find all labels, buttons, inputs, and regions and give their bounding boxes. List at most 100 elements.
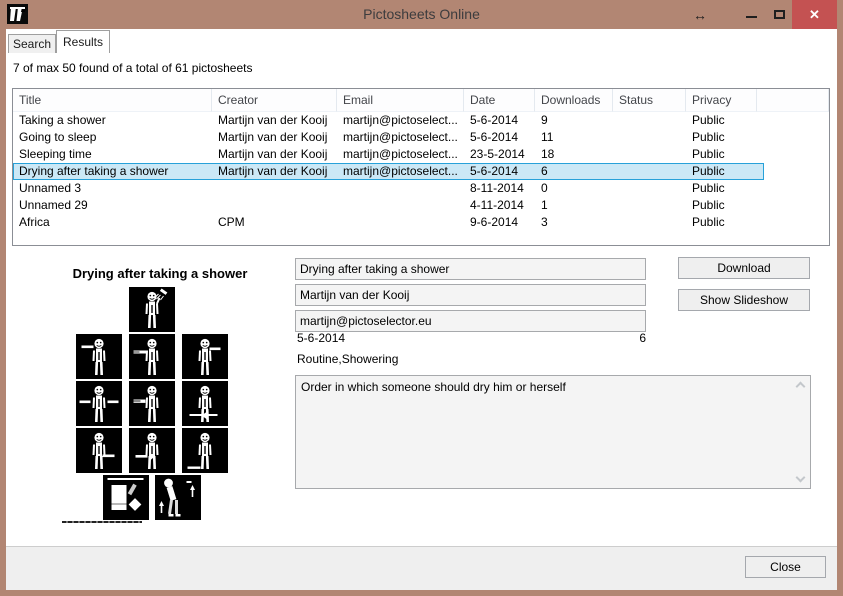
- cell-date: 5-6-2014: [464, 129, 535, 146]
- cell-date: 23-5-2014: [464, 146, 535, 163]
- cell-creator: Martijn van der Kooij: [212, 146, 337, 163]
- column-header-privacy[interactable]: Privacy: [686, 89, 757, 112]
- table-row[interactable]: Africa CPM 9-6-2014 3 Public: [13, 214, 829, 231]
- cell-privacy: Public: [686, 180, 757, 197]
- detail-creator-field[interactable]: [295, 284, 646, 306]
- cell-downloads: 0: [535, 180, 613, 197]
- cell-downloads: 3: [535, 214, 613, 231]
- cell-status: [613, 214, 686, 231]
- minimize-icon: [746, 16, 757, 18]
- table-row[interactable]: Unnamed 29 4-11-2014 1 Public: [13, 197, 829, 214]
- column-header-creator[interactable]: Creator: [212, 89, 337, 112]
- maximize-button[interactable]: [765, 0, 793, 29]
- cell-privacy: Public: [686, 129, 757, 146]
- cell-creator: Martijn van der Kooij: [212, 163, 337, 180]
- pictogram-dry-back-icon: [182, 381, 228, 426]
- cell-status: [613, 129, 686, 146]
- results-table: Title Creator Email Date Downloads Statu…: [12, 88, 830, 246]
- cell-status: [613, 112, 686, 129]
- pictogram-dry-chest-icon: [129, 381, 175, 426]
- pictogram-get-dressed-icon: [155, 475, 201, 520]
- table-row[interactable]: Taking a shower Martijn van der Kooij ma…: [13, 112, 829, 129]
- table-row[interactable]: Going to sleep Martijn van der Kooij mar…: [13, 129, 829, 146]
- cell-creator: Martijn van der Kooij: [212, 129, 337, 146]
- cell-date: 8-11-2014: [464, 180, 535, 197]
- cell-status: [613, 197, 686, 214]
- pictogram-dry-arms-icon: [76, 381, 122, 426]
- resize-horizontal-icon[interactable]: ↔: [685, 0, 715, 29]
- cell-email: [337, 197, 464, 214]
- detail-categories-text: Routine,Showering: [297, 352, 398, 366]
- cell-creator: Martijn van der Kooij: [212, 112, 337, 129]
- app-window: Pictosheets Online ↔ ✕ Search Results 7 …: [0, 0, 843, 596]
- show-slideshow-button[interactable]: Show Slideshow: [678, 289, 810, 311]
- tab-results[interactable]: Results: [56, 30, 110, 53]
- window-title: Pictosheets Online: [0, 0, 843, 29]
- pictogram-dry-neck-icon: [182, 334, 228, 379]
- column-header-status[interactable]: Status: [613, 89, 686, 112]
- cell-email: martijn@pictoselect...: [337, 146, 464, 163]
- detail-email-field[interactable]: [295, 310, 646, 332]
- table-row-selected[interactable]: Drying after taking a shower Martijn van…: [13, 163, 764, 180]
- tab-search[interactable]: Search: [8, 34, 56, 53]
- minimize-button[interactable]: [737, 0, 765, 29]
- cell-email: martijn@pictoselect...: [337, 112, 464, 129]
- pictogram-dry-face-icon: [129, 334, 175, 379]
- column-header-email[interactable]: Email: [337, 89, 464, 112]
- results-summary: 7 of max 50 found of a total of 61 picto…: [13, 61, 253, 75]
- pictogram-towel-and-soap-icon: [103, 475, 149, 520]
- cell-email: martijn@pictoselect...: [337, 129, 464, 146]
- cell-email: martijn@pictoselect...: [337, 163, 464, 180]
- cell-status: [613, 146, 686, 163]
- title-bar[interactable]: Pictosheets Online ↔ ✕: [0, 0, 843, 29]
- table-header: Title Creator Email Date Downloads Statu…: [13, 89, 829, 112]
- cell-email: [337, 214, 464, 231]
- cell-privacy: Public: [686, 112, 757, 129]
- pictogram-dry-feet-icon: [182, 428, 228, 473]
- column-header-title[interactable]: Title: [13, 89, 212, 112]
- pictogram-dry-hair-icon: [76, 334, 122, 379]
- cell-email: [337, 180, 464, 197]
- table-row[interactable]: Unnamed 3 8-11-2014 0 Public: [13, 180, 829, 197]
- cell-downloads: 11: [535, 129, 613, 146]
- cell-creator: CPM: [212, 214, 337, 231]
- cell-title: Unnamed 29: [13, 197, 212, 214]
- column-header-downloads[interactable]: Downloads: [535, 89, 613, 112]
- detail-downloads-count: 6: [591, 331, 646, 345]
- description-textarea[interactable]: Order in which someone should dry him or…: [296, 376, 810, 488]
- bottom-bar: Close: [6, 546, 837, 590]
- cell-date: 5-6-2014: [464, 112, 535, 129]
- cell-downloads: 18: [535, 146, 613, 163]
- preview-title: Drying after taking a shower: [55, 266, 265, 281]
- description-box: Order in which someone should dry him or…: [295, 375, 811, 489]
- cell-creator: [212, 180, 337, 197]
- cell-privacy: Public: [686, 163, 757, 180]
- cell-privacy: Public: [686, 214, 757, 231]
- close-window-button[interactable]: ✕: [792, 0, 837, 29]
- pictogram-shower-icon: [129, 287, 175, 332]
- cell-creator: [212, 197, 337, 214]
- column-header-filler: [757, 89, 829, 112]
- table-row[interactable]: Sleeping time Martijn van der Kooij mart…: [13, 146, 829, 163]
- cell-privacy: Public: [686, 197, 757, 214]
- cell-status: [613, 180, 686, 197]
- cell-downloads: 1: [535, 197, 613, 214]
- cell-privacy: Public: [686, 146, 757, 163]
- cell-date: 5-6-2014: [464, 163, 535, 180]
- close-dialog-button[interactable]: Close: [745, 556, 826, 578]
- preview-fineprint-line: [62, 521, 142, 523]
- pictogram-dry-hip-icon: [76, 428, 122, 473]
- cell-title: Unnamed 3: [13, 180, 212, 197]
- pictogram-dry-groin-icon: [129, 428, 175, 473]
- column-header-date[interactable]: Date: [464, 89, 535, 112]
- cell-title: Drying after taking a shower: [13, 163, 212, 180]
- cell-title: Africa: [13, 214, 212, 231]
- cell-title: Going to sleep: [13, 129, 212, 146]
- download-button[interactable]: Download: [678, 257, 810, 279]
- cell-title: Taking a shower: [13, 112, 212, 129]
- cell-downloads: 6: [535, 163, 613, 180]
- detail-title-field[interactable]: [295, 258, 646, 280]
- cell-date: 9-6-2014: [464, 214, 535, 231]
- cell-status: [613, 163, 686, 180]
- cell-date: 4-11-2014: [464, 197, 535, 214]
